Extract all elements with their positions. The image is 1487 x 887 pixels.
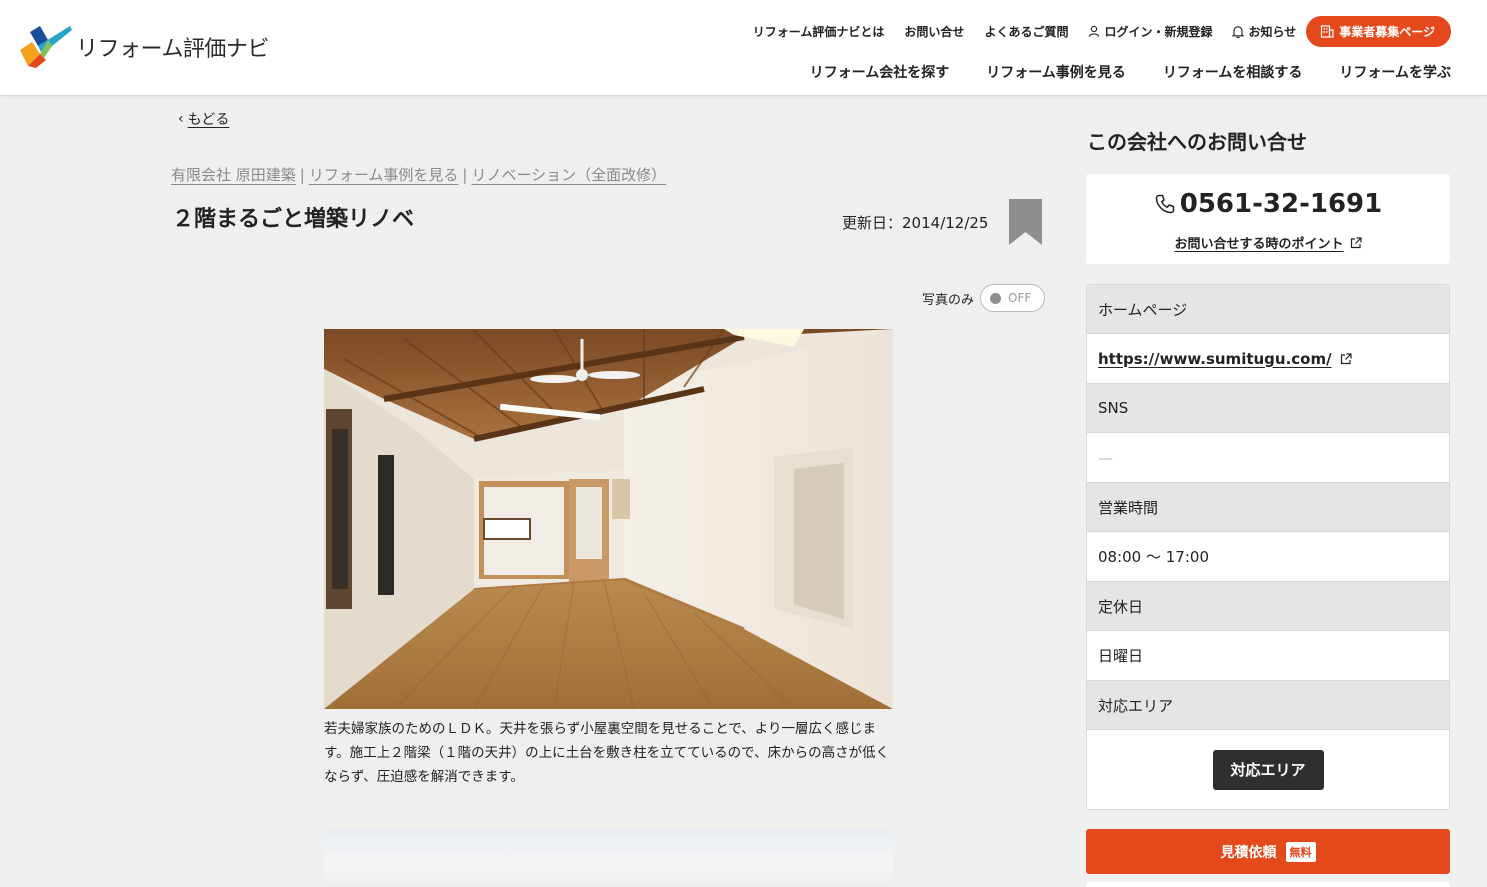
chevron-left-icon: ‹ [178,111,184,127]
user-icon [1089,25,1100,37]
nav-learn[interactable]: リフォームを学ぶ [1339,62,1451,82]
page-title: ２階まるごと増築リノベ [172,207,415,232]
util-link-label: お知らせ [1248,24,1297,39]
phone-tips-link[interactable]: お問い合せする時のポイント [1086,233,1450,252]
site-logo[interactable]: リフォーム評価ナビ [18,22,269,70]
updated-date: 更新日：2014/12/25 [842,212,988,233]
service-area-button[interactable]: 対応エリア [1212,749,1324,790]
util-link-faq[interactable]: よくあるご質問 [984,23,1068,40]
homepage-value[interactable]: https://www.sumitugu.com/ [1087,334,1449,384]
case-photo-caption: 若夫婦家族のためのＬＤＫ。天井を張らず小屋裏空間を見せることで、より一層広く感じ… [324,721,890,785]
util-link-contact[interactable]: お問い合せ [904,23,964,40]
external-link-icon [1340,352,1352,364]
toggle-state: OFF [1008,291,1032,305]
sns-label: SNS [1087,384,1449,433]
util-link-label: リフォーム評価ナビとは [752,24,885,39]
breadcrumb-category[interactable]: リノベーション（全面改修） [471,164,666,185]
util-link-about[interactable]: リフォーム評価ナビとは [753,23,885,40]
util-link-news[interactable]: お知らせ [1232,23,1296,40]
util-link-label: お問い合せ [904,24,965,39]
case-photo-image [324,329,893,709]
phone-line[interactable]: 0561-32-1691 [1086,189,1450,219]
case-photo-2[interactable] [324,829,893,887]
phone-icon [1155,194,1174,214]
breadcrumb: 有限会社 原田建築 | リフォーム事例を見る | リノベーション（全面改修） [171,164,666,185]
sidebar-heading: この会社へのお問い合せ [1087,130,1307,154]
hours-label: 営業時間 [1087,483,1449,532]
bookmark-icon[interactable] [1008,199,1043,246]
holiday-label: 定休日 [1087,582,1449,631]
area-label: 対応エリア [1087,681,1449,730]
sns-value: — [1087,433,1449,483]
updated-value: 2014/12/25 [902,214,989,232]
photo-only-label: 写真のみ [922,292,975,308]
site-header: リフォーム評価ナビ リフォーム評価ナビとは お問い合せ よくあるご質問 ログイン… [0,0,1487,96]
nav-consult[interactable]: リフォームを相談する [1163,62,1303,82]
breadcrumb-separator: | [299,165,305,184]
hours-value: 08:00 〜 17:00 [1087,532,1449,582]
building-icon [1321,24,1334,38]
toggle-knob [990,292,1002,304]
breadcrumb-company[interactable]: 有限会社 原田建築 [171,164,296,185]
back-link[interactable]: ‹ もどる [178,109,229,129]
main-nav: リフォーム会社を探す リフォーム事例を見る リフォームを相談する リフォームを学… [773,62,1451,82]
homepage-link[interactable]: https://www.sumitugu.com/ [1098,350,1332,368]
breadcrumb-separator: | [462,165,468,184]
next-sidebar-card [1086,882,1450,887]
estimate-request-button[interactable]: 見積依頼 無料 [1086,829,1450,874]
company-info-table: ホームページ https://www.sumitugu.com/ SNS — 営… [1086,284,1450,810]
photo-only-toggle-group: 写真のみ OFF [922,284,1046,312]
breadcrumb-cases[interactable]: リフォーム事例を見る [309,164,459,185]
photo-only-toggle[interactable]: OFF [980,284,1046,312]
homepage-label: ホームページ [1087,285,1449,334]
external-link-icon [1350,236,1362,248]
back-link-label: もどる [187,112,230,128]
phone-card: 0561-32-1691 お問い合せする時のポイント [1086,174,1450,264]
nav-find-company[interactable]: リフォーム会社を探す [810,62,950,82]
logo-text: リフォーム評価ナビ [76,37,269,62]
logo-mark-icon [20,26,72,68]
updated-label: 更新日： [842,214,903,232]
business-recruit-button[interactable]: 事業者募集ページ [1306,15,1451,47]
holiday-value: 日曜日 [1087,631,1449,681]
phone-number[interactable]: 0561-32-1691 [1180,189,1383,219]
util-link-login[interactable]: ログイン・新規登録 [1088,23,1212,40]
phone-tips-label: お問い合せする時のポイント [1174,237,1344,252]
free-badge: 無料 [1285,841,1316,862]
area-value: 対応エリア [1087,730,1449,809]
util-link-label: ログイン・新規登録 [1104,24,1213,39]
util-link-label: よくあるご質問 [984,24,1069,39]
business-recruit-label: 事業者募集ページ [1339,24,1435,39]
bell-icon [1232,25,1245,38]
case-photo[interactable] [324,329,893,709]
utility-nav: リフォーム評価ナビとは お問い合せ よくあるご質問 ログイン・新規登録 お知らせ [753,15,1451,47]
nav-view-cases[interactable]: リフォーム事例を見る [986,62,1126,82]
estimate-label: 見積依頼 [1220,844,1277,861]
